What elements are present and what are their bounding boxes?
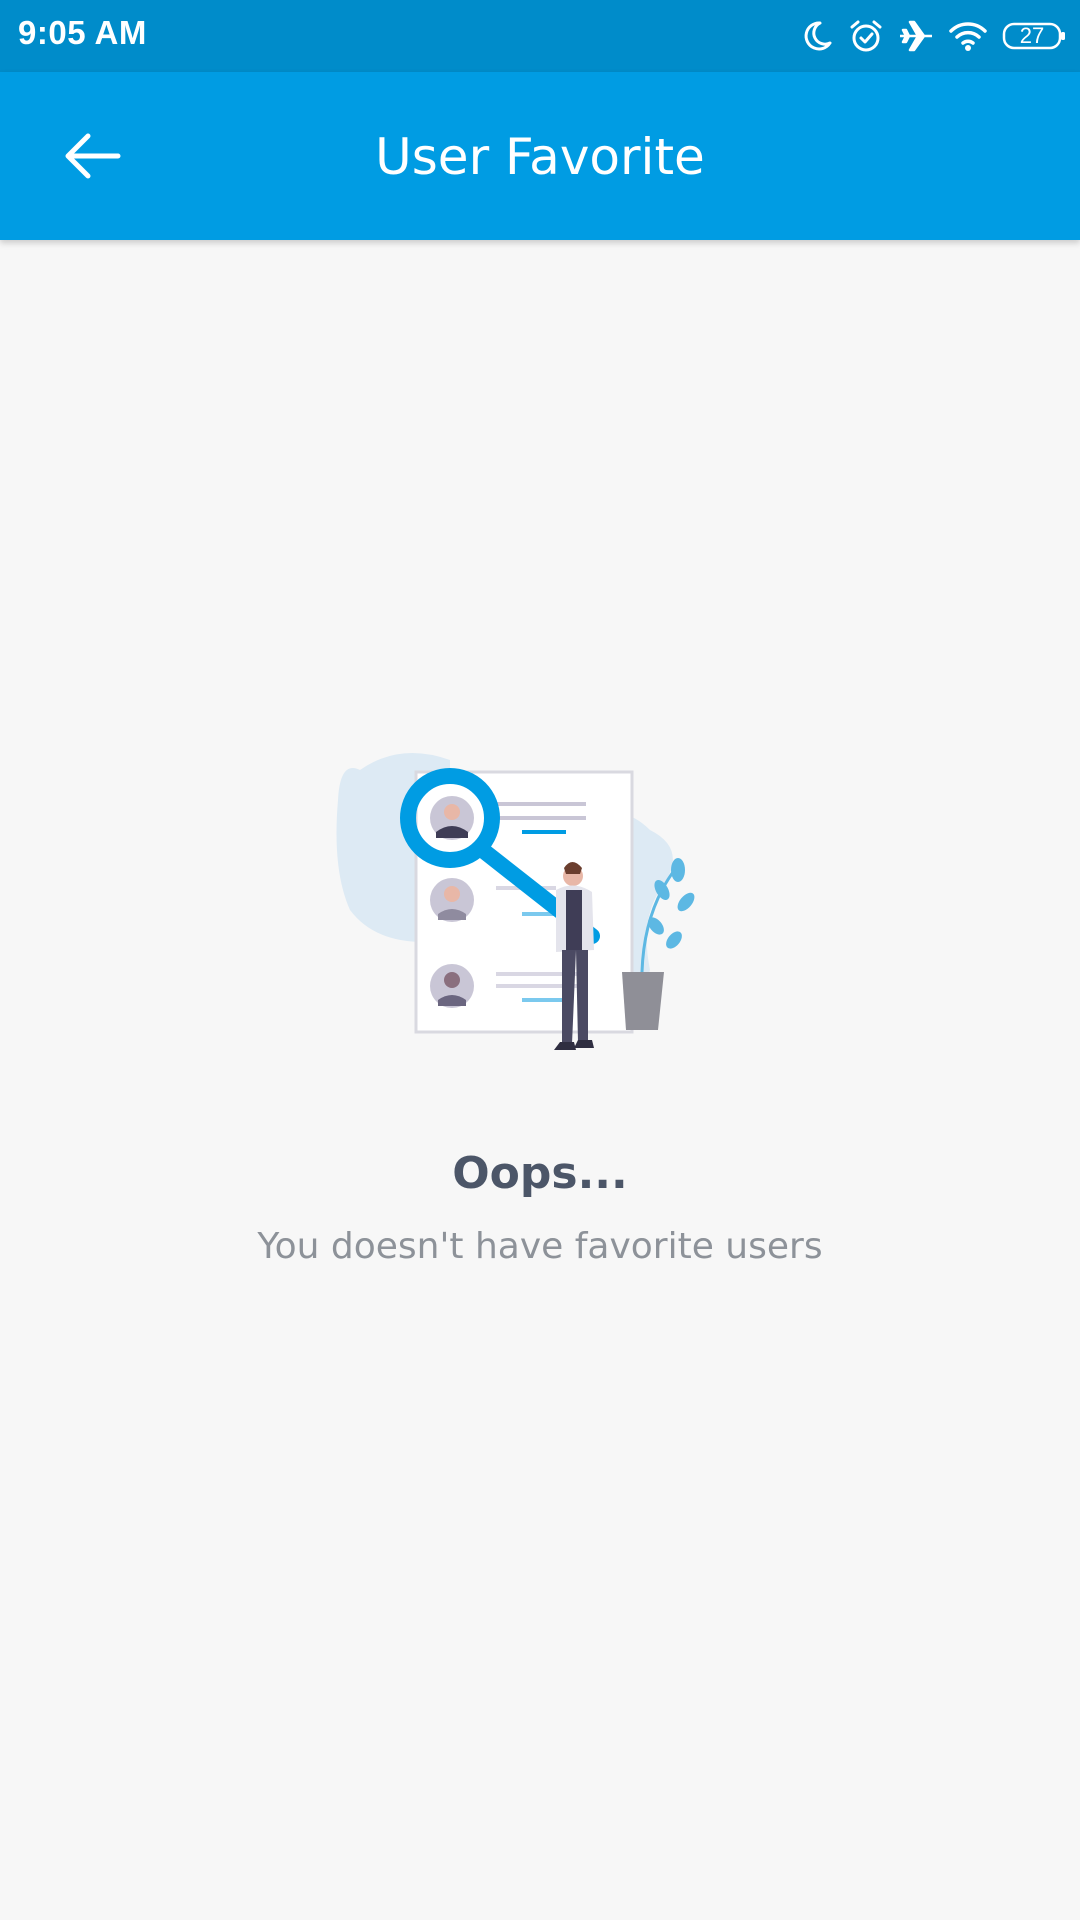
airplane-icon bbox=[898, 18, 934, 54]
status-bar: 9:05 AM 27 bbox=[0, 0, 1080, 72]
empty-state-message: You doesn't have favorite users bbox=[257, 1226, 823, 1267]
empty-state-illustration bbox=[330, 740, 750, 1060]
page-title: User Favorite bbox=[375, 128, 705, 186]
moon-icon bbox=[800, 19, 834, 53]
wifi-icon bbox=[948, 19, 988, 53]
status-icons: 27 bbox=[800, 14, 1066, 58]
status-time: 9:05 AM bbox=[18, 14, 147, 51]
app-bar: User Favorite bbox=[0, 72, 1080, 240]
battery-icon: 27 bbox=[1002, 21, 1066, 51]
alarm-icon bbox=[848, 18, 884, 54]
empty-state-title: Oops... bbox=[452, 1148, 628, 1199]
battery-level: 27 bbox=[1019, 23, 1045, 48]
